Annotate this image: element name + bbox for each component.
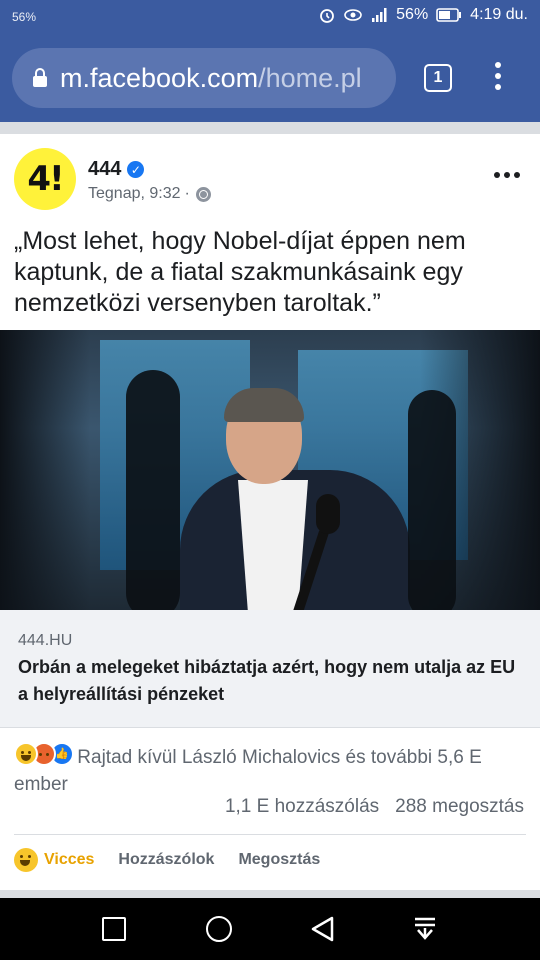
eye-icon xyxy=(344,9,362,21)
comments-count[interactable]: 1,1 E hozzászólás xyxy=(225,796,379,818)
comment-label: Hozzászólok xyxy=(118,851,215,868)
notifications-pulldown-icon[interactable] xyxy=(410,914,440,944)
url-text: m.facebook.com/home.pl xyxy=(60,63,362,94)
browser-menu-button[interactable] xyxy=(486,58,510,98)
link-preview[interactable]: 444.HU Orbán a melegeket hibáztatja azér… xyxy=(0,610,540,728)
tab-switcher-button[interactable]: 1 xyxy=(424,64,452,92)
recents-button[interactable] xyxy=(102,917,126,941)
page-name[interactable]: 444 xyxy=(88,158,121,181)
person-shirt xyxy=(238,480,308,610)
alarm-icon xyxy=(320,9,335,23)
haha-reaction-icon xyxy=(14,742,38,766)
fg-blur-right xyxy=(408,390,456,610)
post-meta: Tegnap, 9:32 · xyxy=(88,185,211,203)
link-headline: Orbán a melegeket hibáztatja azért, hogy… xyxy=(18,657,516,704)
feed-separator-bottom xyxy=(0,890,540,898)
home-button[interactable] xyxy=(206,916,232,942)
meta-separator: · xyxy=(184,185,190,202)
share-button[interactable]: Megosztás xyxy=(238,851,320,869)
reactions-text: Rajtad kívül László Michalovics és továb… xyxy=(14,747,482,795)
fg-blur-left xyxy=(126,370,180,610)
page-name-row: 444 ✓ xyxy=(88,158,145,181)
post-actions: Vicces Hozzászólok Megosztás xyxy=(14,848,344,872)
clock: 4:19 du. xyxy=(470,6,528,23)
reaction-icons: 👍 xyxy=(14,742,74,766)
bg-shadow-left xyxy=(0,330,90,610)
system-nav-bar xyxy=(0,898,540,960)
status-right: 56% 4:19 du. xyxy=(318,6,528,24)
post-options-button[interactable] xyxy=(494,172,520,178)
avatar-logo: 4! xyxy=(27,159,64,199)
verified-badge-icon: ✓ xyxy=(127,161,145,178)
signal-icon xyxy=(372,8,387,22)
link-domain: 444.HU xyxy=(18,632,73,649)
haha-icon xyxy=(14,848,38,872)
actions-divider xyxy=(14,834,526,835)
battery-icon xyxy=(436,8,462,22)
status-left-text: 56% xyxy=(12,10,37,24)
shares-count[interactable]: 288 megosztás xyxy=(395,796,524,818)
address-bar[interactable]: m.facebook.com/home.pl xyxy=(12,48,396,108)
post-time[interactable]: Tegnap, 9:32 xyxy=(88,185,181,203)
url-path: /home.pl xyxy=(258,62,362,93)
microphone xyxy=(316,494,340,534)
globe-icon xyxy=(195,186,211,202)
status-bar: 56% 56% 4:19 du. xyxy=(0,0,540,36)
url-host: m.facebook.com xyxy=(60,62,259,93)
link-preview-image[interactable] xyxy=(0,330,540,610)
battery-percent: 56% xyxy=(396,6,429,23)
feed-post: 4! 444 ✓ Tegnap, 9:32 · „Most lehet, hog… xyxy=(0,134,540,890)
back-button[interactable] xyxy=(308,914,338,944)
haha-label: Vicces xyxy=(44,851,95,868)
comment-button[interactable]: Hozzászólok xyxy=(118,851,214,869)
haha-button[interactable]: Vicces xyxy=(14,848,94,872)
browser-toolbar: m.facebook.com/home.pl 1 xyxy=(0,36,540,122)
lock-icon xyxy=(33,68,47,87)
feed-separator xyxy=(0,122,540,134)
person-hair xyxy=(224,388,304,422)
share-label: Megosztás xyxy=(238,851,321,868)
engagement-counts: 1,1 E hozzászólás 288 megosztás xyxy=(225,796,524,818)
page-avatar[interactable]: 4! xyxy=(14,148,76,210)
reactions-summary[interactable]: 👍 Rajtad kívül László Michalovics és tov… xyxy=(14,742,526,798)
post-text: „Most lehet, hogy Nobel-díjat éppen nem … xyxy=(14,227,466,317)
